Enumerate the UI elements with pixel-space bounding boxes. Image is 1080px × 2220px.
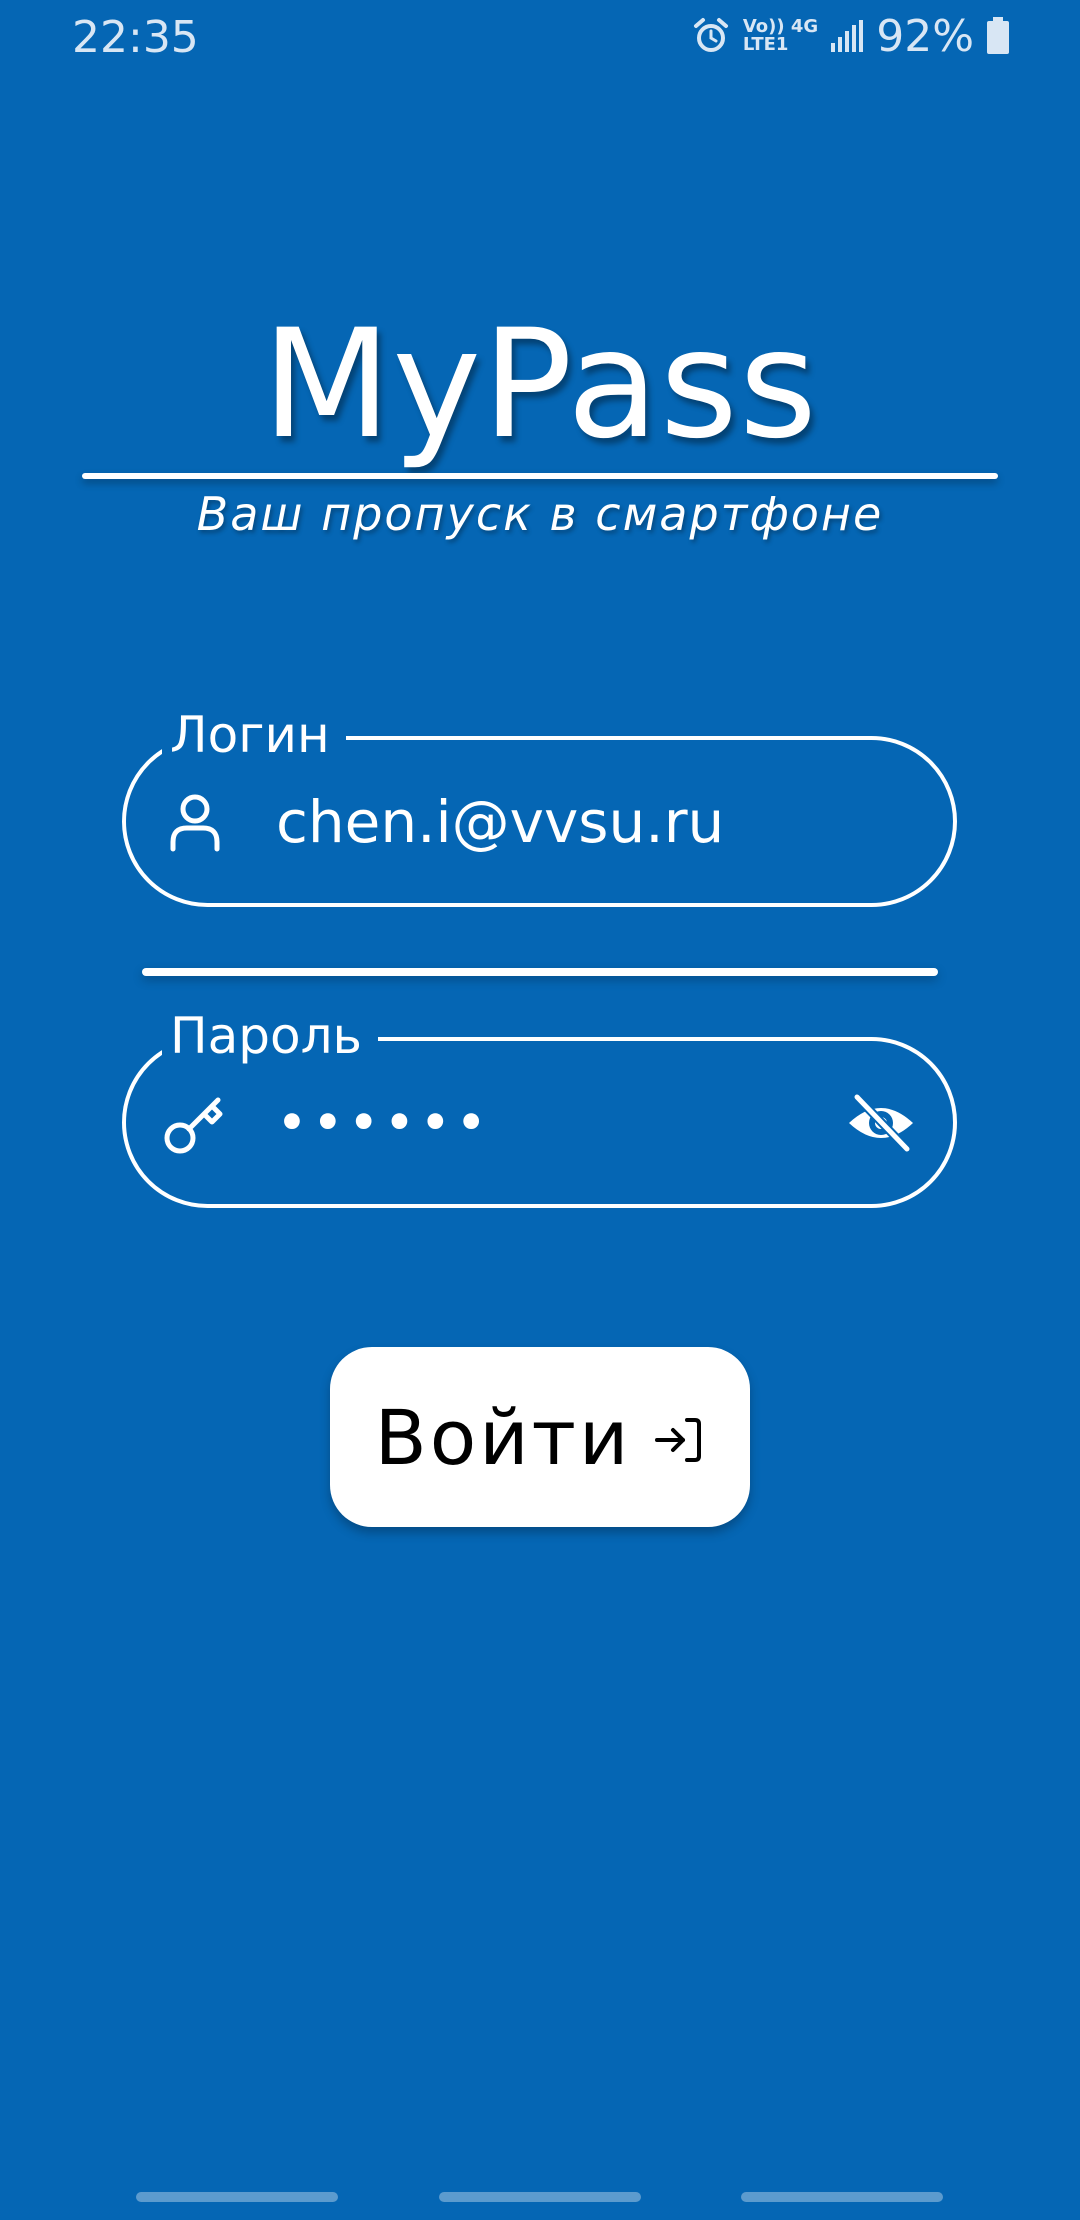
password-input[interactable]: ••••••	[276, 1091, 491, 1154]
password-field-label: Пароль	[162, 1001, 378, 1071]
password-field[interactable]: Пароль ••••••	[122, 1001, 957, 1208]
login-input[interactable]: chen.i@vvsu.ru	[276, 788, 724, 856]
status-icons: Vo)) 4G LTE1 92%	[691, 10, 1010, 62]
gesture-hint-left	[136, 2192, 338, 2202]
fields-divider	[142, 968, 938, 976]
alarm-icon	[693, 18, 728, 52]
app-title: MyPass	[261, 298, 819, 472]
person-icon	[170, 794, 220, 851]
eye-off-icon[interactable]	[845, 1087, 917, 1159]
network-indicator: Vo)) 4G LTE1	[743, 18, 818, 54]
login-button-label: Войти	[374, 1392, 632, 1482]
battery-percent: 92%	[876, 10, 974, 62]
status-bar: 22:35 Vo)) 4G LTE1 92%	[0, 0, 1080, 72]
gesture-hint-right	[741, 2192, 943, 2202]
key-icon	[164, 1097, 223, 1153]
login-arrow-icon	[655, 1418, 702, 1462]
gesture-hint-center	[439, 2192, 641, 2202]
app-subtitle: Ваш пропуск в смартфоне	[196, 487, 884, 541]
login-button[interactable]: Войти	[330, 1347, 750, 1527]
signal-icon	[831, 20, 864, 52]
login-field[interactable]: Логин chen.i@vvsu.ru	[122, 700, 957, 907]
login-field-label: Логин	[162, 700, 346, 770]
status-time: 22:35	[72, 12, 199, 63]
network-bottom-text: LTE1	[742, 34, 789, 55]
title-underline	[82, 473, 998, 479]
battery-icon	[987, 17, 1009, 54]
